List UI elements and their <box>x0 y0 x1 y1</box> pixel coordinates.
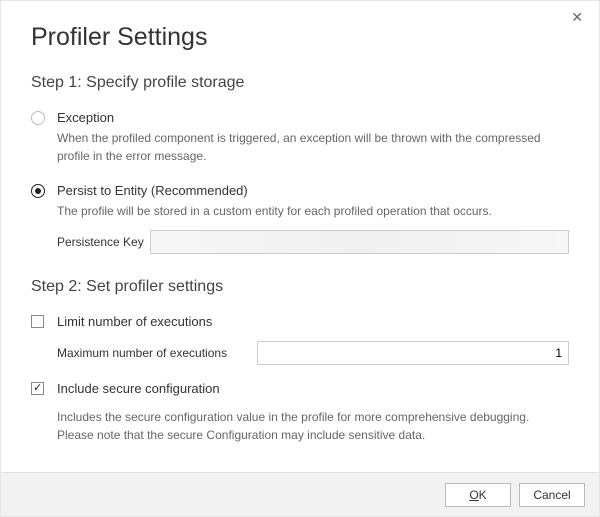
step1-heading: Step 1: Specify profile storage <box>31 74 569 92</box>
checkbox-limit-executions[interactable] <box>31 315 44 328</box>
step2-heading: Step 2: Set profiler settings <box>31 278 569 296</box>
include-secure-desc: Includes the secure configuration value … <box>57 408 569 444</box>
option-exception: Exception When the profiled component is… <box>31 110 569 165</box>
max-executions-input[interactable] <box>257 341 569 365</box>
persistence-key-input[interactable] <box>150 230 569 254</box>
max-executions-label: Maximum number of executions <box>57 346 257 360</box>
cancel-button[interactable]: Cancel <box>519 483 585 507</box>
option-exception-label[interactable]: Exception <box>57 110 569 125</box>
persistence-key-label: Persistence Key <box>57 235 150 249</box>
dialog-title: Profiler Settings <box>31 23 569 52</box>
option-exception-desc: When the profiled component is triggered… <box>57 129 569 165</box>
option-persist-desc: The profile will be stored in a custom e… <box>57 202 569 220</box>
close-icon: ✕ <box>571 9 583 25</box>
limit-executions-label[interactable]: Limit number of executions <box>57 314 212 329</box>
dialog-content: Profiler Settings Step 1: Specify profil… <box>1 1 599 444</box>
dialog-footer: OK Cancel <box>1 472 599 516</box>
ok-button[interactable]: OK <box>445 483 511 507</box>
include-secure-label[interactable]: Include secure configuration <box>57 381 220 396</box>
radio-persist[interactable] <box>31 184 45 198</box>
close-button[interactable]: ✕ <box>565 7 589 28</box>
checkbox-include-secure[interactable] <box>31 382 44 395</box>
radio-exception[interactable] <box>31 111 45 125</box>
option-persist: Persist to Entity (Recommended) The prof… <box>31 183 569 254</box>
option-persist-label[interactable]: Persist to Entity (Recommended) <box>57 183 569 198</box>
